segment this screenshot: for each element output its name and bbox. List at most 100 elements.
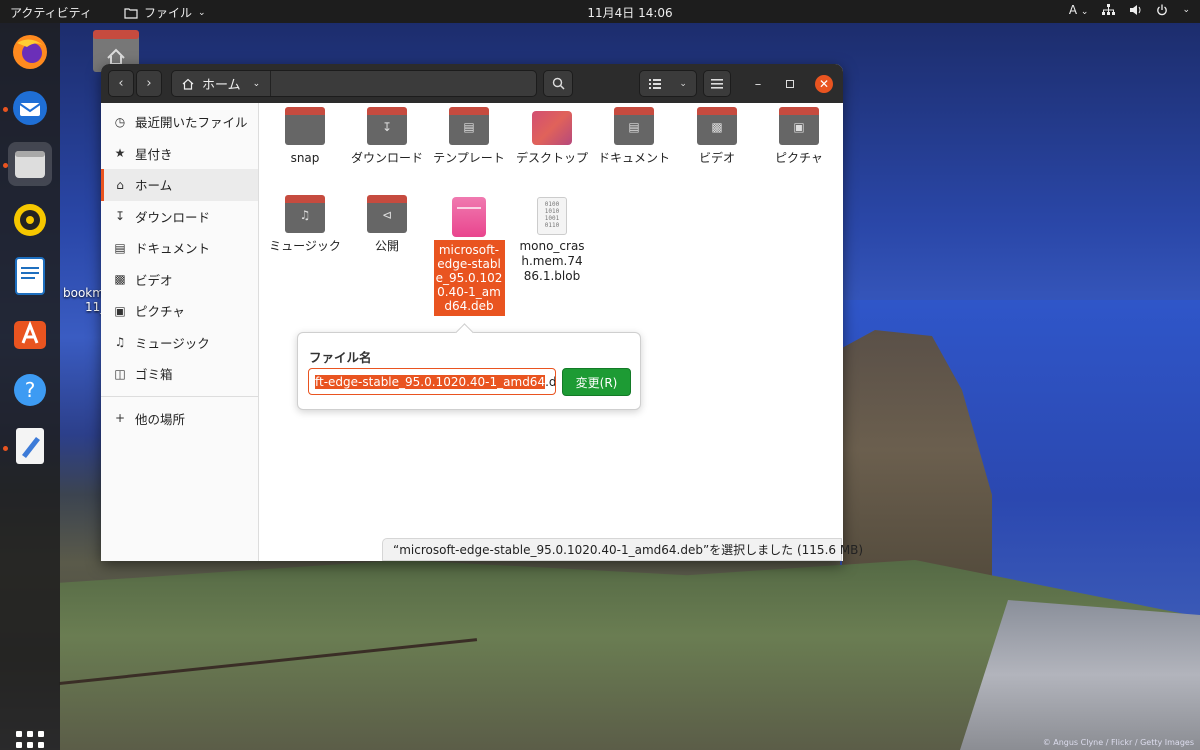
rename-title: ファイル名 bbox=[309, 350, 372, 365]
file-item-selected[interactable]: microsoft-edge-stable_95.0.1020.40-1_amd… bbox=[429, 195, 509, 316]
sidebar-item-recent[interactable]: ◷ 最近開いたファイル bbox=[101, 106, 258, 138]
files-icon bbox=[15, 151, 45, 178]
app-menu-label: ファイル bbox=[144, 6, 193, 20]
sidebar-item-documents[interactable]: ▤ ドキュメント bbox=[101, 232, 258, 264]
search-button[interactable] bbox=[543, 70, 573, 97]
file-item[interactable]: ⊲ 公開 bbox=[347, 191, 427, 254]
sidebar-item-label: ホーム bbox=[135, 178, 173, 194]
binary-file-icon: 0100 1010 1001 0110 bbox=[537, 197, 567, 235]
chevron-down-icon: ⌄ bbox=[679, 78, 687, 89]
volume-icon bbox=[1130, 5, 1141, 15]
sidebar-item-music[interactable]: ♫ ミュージック bbox=[101, 327, 258, 359]
dock: ? bbox=[0, 23, 60, 750]
sidebar-item-label: 他の場所 bbox=[135, 411, 186, 427]
chevron-down-icon: ⌄ bbox=[1080, 7, 1089, 17]
file-item[interactable]: ▣ ピクチャ bbox=[759, 103, 839, 166]
sidebar-item-videos[interactable]: ▩ ビデオ bbox=[101, 264, 258, 296]
sidebar: ◷ 最近開いたファイル ★ 星付き ⌂ ホーム ↧ ダウンロード ▤ ドキュメント ▩ ビデ… bbox=[101, 103, 259, 561]
rename-confirm-button[interactable]: 変更(R) bbox=[562, 368, 631, 396]
file-item[interactable]: ▤ テンプレート bbox=[429, 103, 509, 166]
sidebar-item-label: ドキュメント bbox=[135, 241, 211, 257]
star-icon: ★ bbox=[114, 146, 126, 161]
file-item-label: 公開 bbox=[374, 239, 399, 253]
clock[interactable]: 11月4日 14:06 bbox=[560, 4, 700, 21]
sidebar-item-starred[interactable]: ★ 星付き bbox=[101, 138, 258, 170]
file-item[interactable]: snap bbox=[265, 103, 345, 166]
menu-button[interactable] bbox=[703, 70, 731, 97]
sidebar-item-label: ダウンロード bbox=[135, 209, 211, 225]
file-item[interactable]: ▩ ビデオ bbox=[677, 103, 757, 166]
file-item-label: snap bbox=[290, 151, 320, 165]
dock-help[interactable]: ? bbox=[8, 368, 52, 412]
dock-writer[interactable] bbox=[8, 254, 52, 298]
file-item-label: microsoft-edge-stable_95.0.1020.40-1_amd… bbox=[433, 240, 505, 316]
home-icon: ⌂ bbox=[116, 177, 124, 192]
writer-icon bbox=[15, 257, 45, 295]
filename-selected-text: ft-edge-stable_95.0.1020.40-1_amd64 bbox=[315, 374, 546, 389]
chevron-right-icon: › bbox=[146, 76, 152, 91]
app-menu[interactable]: ファイル ⌄ bbox=[124, 4, 206, 21]
forward-button[interactable]: › bbox=[136, 70, 162, 97]
file-item-label: ビデオ bbox=[698, 151, 735, 165]
path-segment-home[interactable]: ホーム ⌄ bbox=[172, 71, 272, 96]
picture-icon: ▣ bbox=[114, 303, 126, 318]
file-item[interactable]: ▤ ドキュメント bbox=[594, 103, 674, 166]
view-mode-button[interactable]: ⌄ bbox=[639, 70, 697, 97]
file-item-label: mono_crash.mem.7486.1.blob bbox=[519, 239, 585, 283]
close-button[interactable]: ✕ bbox=[815, 75, 833, 93]
help-icon: ? bbox=[14, 374, 46, 406]
video-icon: ▩ bbox=[114, 272, 126, 287]
file-item[interactable]: ♫ ミュージック bbox=[265, 191, 345, 254]
share-folder-icon: ⊲ bbox=[367, 195, 407, 233]
folder-icon bbox=[285, 107, 325, 145]
template-folder-icon: ▤ bbox=[449, 107, 489, 145]
system-tray[interactable]: A ⌄ ⌄ bbox=[1069, 3, 1190, 17]
clock-icon: ◷ bbox=[114, 114, 126, 129]
download-folder-icon: ↧ bbox=[367, 107, 407, 145]
close-icon: ✕ bbox=[818, 77, 830, 91]
path-bar[interactable]: ホーム ⌄ bbox=[171, 70, 537, 97]
plus-icon: + bbox=[114, 411, 126, 426]
header-bar: ‹ › ホーム ⌄ ⌄ – ✕ bbox=[101, 64, 843, 103]
show-applications-button[interactable] bbox=[16, 731, 44, 750]
desktop-file-label-line1: bookm bbox=[63, 286, 104, 300]
file-item-label: ピクチャ bbox=[775, 151, 823, 165]
thunderbird-icon bbox=[13, 91, 47, 125]
maximize-button[interactable] bbox=[781, 75, 799, 93]
file-item[interactable]: 0100 1010 1001 0110 mono_crash.mem.7486.1.b… bbox=[512, 195, 592, 284]
input-method-label: A bbox=[1068, 3, 1078, 17]
desktop-file-label[interactable]: bookm 11_ bbox=[63, 286, 106, 314]
list-view-icon bbox=[649, 78, 662, 89]
file-item[interactable]: ↧ ダウンロード bbox=[347, 103, 427, 166]
activities-button[interactable]: アクティビティ bbox=[10, 4, 92, 21]
chevron-down-icon: ⌄ bbox=[1182, 5, 1190, 15]
sidebar-item-trash[interactable]: ◫ ゴミ箱 bbox=[101, 358, 258, 390]
input-method-indicator[interactable]: A ⌄ bbox=[1069, 3, 1089, 17]
path-segment-label: ホーム bbox=[202, 78, 241, 93]
file-item-label: ドキュメント bbox=[597, 151, 670, 165]
filename-input[interactable]: ft-edge-stable_95.0.1020.40-1_amd64.deb bbox=[308, 368, 556, 395]
file-item[interactable]: デスクトップ bbox=[512, 103, 592, 166]
dock-firefox[interactable] bbox=[8, 30, 52, 74]
dock-files[interactable] bbox=[8, 142, 52, 186]
dock-text-editor[interactable] bbox=[8, 424, 52, 468]
sidebar-separator bbox=[101, 395, 258, 397]
sidebar-item-other-locations[interactable]: + 他の場所 bbox=[101, 403, 258, 435]
sidebar-item-pictures[interactable]: ▣ ピクチャ bbox=[101, 295, 258, 327]
file-item-label: ダウンロード bbox=[350, 151, 423, 165]
sidebar-item-label: 最近開いたファイル bbox=[135, 115, 248, 131]
sidebar-item-home[interactable]: ⌂ ホーム bbox=[101, 169, 258, 201]
dock-thunderbird[interactable] bbox=[8, 86, 52, 130]
minimize-button[interactable]: – bbox=[749, 75, 767, 93]
back-button[interactable]: ‹ bbox=[108, 70, 134, 97]
wallpaper-credit: © Angus Clyne / Flickr / Getty Images bbox=[1042, 738, 1194, 747]
dock-software[interactable] bbox=[8, 311, 52, 355]
top-bar: アクティビティ ファイル ⌄ 11月4日 14:06 A ⌄ ⌄ bbox=[0, 0, 1200, 23]
document-icon: ▤ bbox=[114, 240, 126, 255]
desktop-folder-icon bbox=[532, 111, 572, 145]
dock-rhythmbox[interactable] bbox=[8, 198, 52, 242]
chevron-down-icon: ⌄ bbox=[198, 7, 206, 18]
hamburger-menu-icon bbox=[711, 78, 723, 89]
sidebar-item-downloads[interactable]: ↧ ダウンロード bbox=[101, 201, 258, 233]
file-item-label: テンプレート bbox=[433, 151, 505, 165]
